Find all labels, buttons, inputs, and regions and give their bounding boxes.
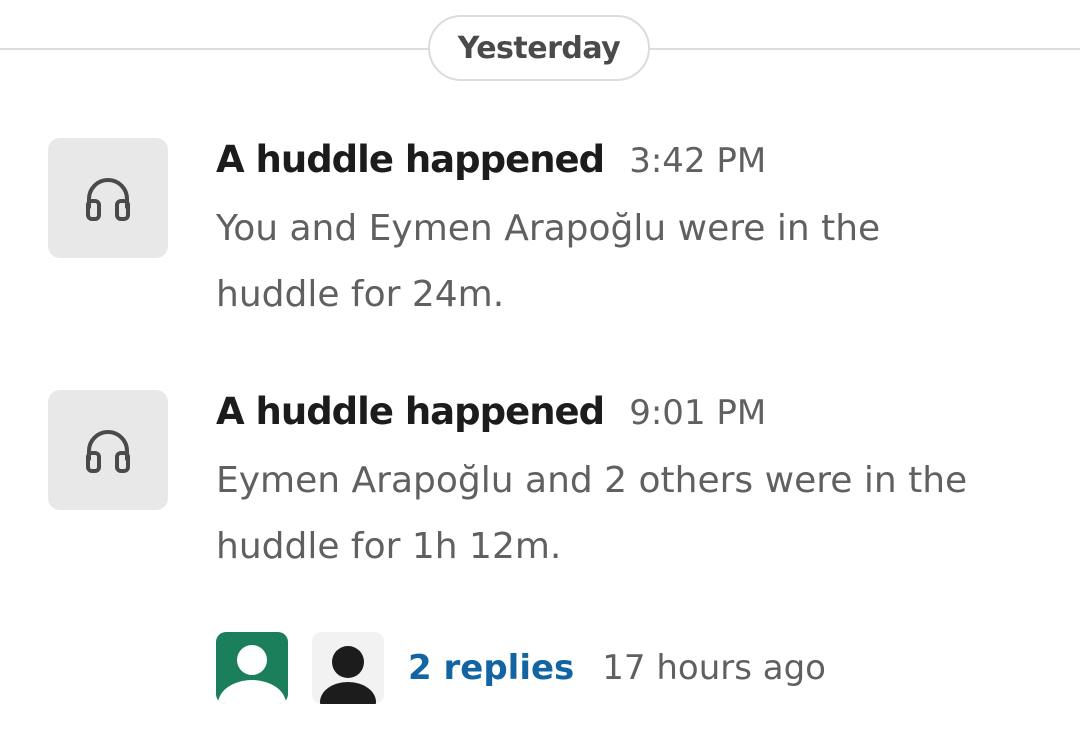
thread-replies-bar[interactable]: 2 replies 17 hours ago (216, 632, 826, 704)
huddle-message[interactable]: A huddle happened 9:01 PM Eymen Arapoğlu… (48, 390, 1048, 567)
replies-link[interactable]: 2 replies (408, 648, 574, 688)
headphones-icon (86, 178, 130, 221)
message-title: A huddle happened (216, 390, 605, 433)
message-body-line: huddle for 24m. (216, 274, 505, 315)
user-avatar-icon (218, 645, 286, 704)
date-divider-pill[interactable]: Yesterday (428, 15, 650, 81)
message-timestamp[interactable]: 9:01 PM (629, 393, 766, 433)
message-body: You and Eymen Arapoğlu were in the huddl… (216, 196, 1036, 328)
huddle-message[interactable]: A huddle happened 3:42 PM You and Eymen … (48, 138, 1048, 315)
message-list: Yesterday A huddle happened 3:42 PM You … (0, 0, 1080, 739)
avatar[interactable] (312, 632, 384, 704)
message-body: Eymen Arapoğlu and 2 others were in the … (216, 448, 1036, 580)
message-body-line: huddle for 1h 12m. (216, 526, 562, 567)
message-title: A huddle happened (216, 138, 605, 181)
user-avatar-icon (320, 646, 376, 704)
huddle-icon-box (48, 138, 168, 258)
message-timestamp[interactable]: 3:42 PM (629, 141, 766, 181)
last-reply-time: 17 hours ago (602, 648, 826, 688)
headphones-icon (86, 430, 130, 473)
huddle-icon-box (48, 390, 168, 510)
message-header: A huddle happened 9:01 PM (216, 390, 766, 433)
message-body-line: Eymen Arapoğlu and 2 others were in the (216, 460, 968, 501)
message-header: A huddle happened 3:42 PM (216, 138, 766, 181)
avatar[interactable] (216, 632, 288, 704)
message-body-line: You and Eymen Arapoğlu were in the (216, 208, 881, 249)
